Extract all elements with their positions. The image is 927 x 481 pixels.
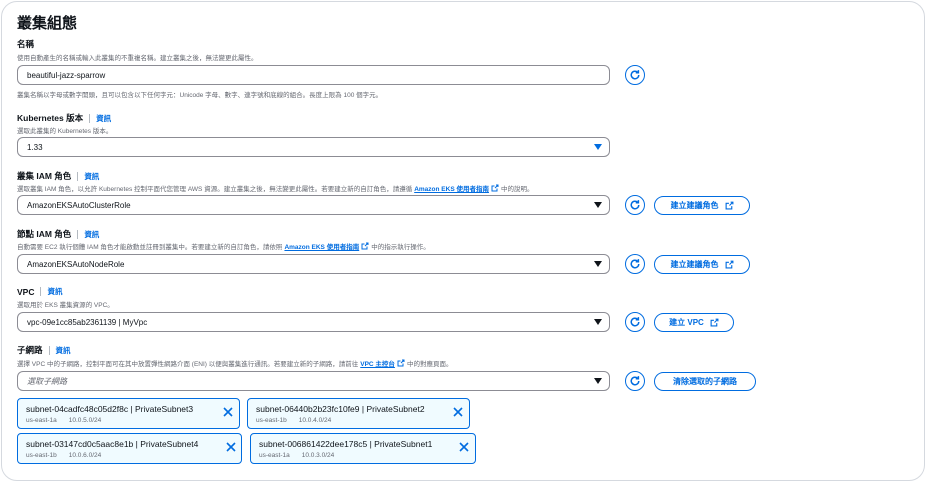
chevron-down-icon: [594, 319, 602, 325]
external-link-icon: [361, 242, 369, 250]
external-link-icon: [725, 201, 733, 210]
kubernetes-version-label: Kubernetes 版本 資訊: [17, 113, 112, 124]
section-title: 叢集組態: [17, 15, 78, 32]
refresh-name-button[interactable]: [625, 65, 645, 85]
external-link-icon: [725, 260, 733, 269]
node-role-label: 節點 IAM 角色 資訊: [17, 229, 100, 240]
subnet-token: subnet-006861422dee178c5 | PrivateSubnet…: [250, 433, 476, 464]
cluster-configuration-panel: 叢集組態 名稱 使用自動產生的名稱或輸入此叢集的不重複名稱。建立叢集之後，無法變…: [1, 1, 925, 481]
name-hint: 叢集名稱以字母或數字開頭，且可以包含以下任何字元：Unicode 字母、數字、連…: [17, 92, 383, 99]
clear-subnets-button[interactable]: 清除選取的子網路: [654, 372, 756, 391]
chevron-down-icon: [594, 202, 602, 208]
create-cluster-role-button[interactable]: 建立建議角色: [654, 196, 750, 215]
subnet-token: subnet-03147cd0c5aac8e1b | PrivateSubnet…: [17, 433, 242, 464]
subnet-token-az: us-east-1a: [26, 417, 57, 424]
subnet-token-az: us-east-1a: [259, 452, 290, 459]
eks-user-guide-link[interactable]: Amazon EKS 使用者指南: [284, 241, 359, 251]
external-link-icon: [491, 184, 499, 192]
subnet-token-az: us-east-1b: [26, 452, 57, 459]
refresh-node-role-button[interactable]: [625, 254, 645, 274]
subnets-label: 子網路 資訊: [17, 345, 71, 356]
name-label: 名稱: [17, 39, 35, 49]
name-description: 使用自動產生的名稱或輸入此叢集的不重複名稱。建立叢集之後，無法變更此屬性。: [17, 55, 258, 62]
close-icon[interactable]: [459, 442, 469, 452]
kubernetes-description: 選取此叢集的 Kubernetes 版本。: [17, 128, 113, 135]
vpc-description: 選取用於 EKS 叢集資源的 VPC。: [17, 302, 114, 309]
close-icon[interactable]: [223, 407, 233, 417]
cluster-role-label: 叢集 IAM 角色 資訊: [17, 171, 100, 182]
subnet-token-name: subnet-03147cd0c5aac8e1b | PrivateSubnet…: [26, 439, 199, 449]
refresh-cluster-role-button[interactable]: [625, 195, 645, 215]
external-link-icon: [710, 318, 719, 327]
close-icon[interactable]: [226, 442, 236, 452]
refresh-icon: [630, 317, 640, 327]
subnet-token-cidr: 10.0.4.0/24: [298, 417, 332, 424]
cluster-role-info-link[interactable]: 資訊: [84, 171, 99, 182]
vpc-label: VPC 資訊: [17, 286, 63, 297]
cluster-role-description: 選取叢集 IAM 角色，以允許 Kubernetes 控制平面代您管理 AWS …: [17, 183, 533, 193]
node-role-select[interactable]: AmazonEKSAutoNodeRole: [17, 254, 610, 274]
subnet-token: subnet-04cadfc48c05d2f8c | PrivateSubnet…: [17, 398, 240, 429]
subnets-info-link[interactable]: 資訊: [56, 345, 71, 356]
close-icon[interactable]: [453, 407, 463, 417]
external-link-icon: [397, 359, 405, 367]
subnet-token-cidr: 10.0.3.0/24: [301, 452, 335, 459]
cluster-name-input[interactable]: beautiful-jazz-sparrow: [17, 65, 610, 85]
subnet-token-name: subnet-06440b2b23fc10fe9 | PrivateSubnet…: [256, 404, 425, 414]
vpc-info-link[interactable]: 資訊: [47, 286, 62, 297]
kubernetes-info-link[interactable]: 資訊: [96, 113, 111, 124]
eks-user-guide-link[interactable]: Amazon EKS 使用者指南: [414, 183, 489, 193]
subnets-multiselect[interactable]: 選取子網路: [17, 371, 610, 391]
chevron-down-icon: [594, 144, 602, 150]
create-node-role-button[interactable]: 建立建議角色: [654, 255, 750, 274]
refresh-icon: [630, 70, 640, 80]
create-vpc-button[interactable]: 建立 VPC: [654, 313, 734, 332]
node-role-info-link[interactable]: 資訊: [84, 229, 99, 240]
kubernetes-version-select[interactable]: 1.33: [17, 137, 610, 157]
refresh-vpc-button[interactable]: [625, 312, 645, 332]
chevron-down-icon: [594, 261, 602, 267]
refresh-icon: [630, 259, 640, 269]
refresh-icon: [630, 376, 640, 386]
vpc-select[interactable]: vpc-09e1cc85ab2361139 | MyVpc: [17, 312, 610, 332]
vpc-console-link[interactable]: VPC 主控台: [360, 358, 395, 368]
subnet-token-name: subnet-006861422dee178c5 | PrivateSubnet…: [259, 439, 433, 449]
subnet-token-cidr: 10.0.5.0/24: [68, 417, 102, 424]
node-role-description: 自動需要 EC2 執行個體 IAM 角色才能啟動並註冊到叢集中。若要建立新的自訂…: [17, 241, 430, 251]
refresh-subnets-button[interactable]: [625, 371, 645, 391]
refresh-icon: [630, 200, 640, 210]
subnet-token-az: us-east-1b: [256, 417, 287, 424]
subnets-description: 選擇 VPC 中的子網路，控制平面可在其中放置彈性網路介面 (ENI) 以便與叢…: [17, 358, 452, 368]
subnet-token-cidr: 10.0.6.0/24: [68, 452, 102, 459]
subnet-token-name: subnet-04cadfc48c05d2f8c | PrivateSubnet…: [26, 404, 194, 414]
subnet-token: subnet-06440b2b23fc10fe9 | PrivateSubnet…: [247, 398, 470, 429]
chevron-down-icon: [594, 378, 602, 384]
cluster-role-select[interactable]: AmazonEKSAutoClusterRole: [17, 195, 610, 215]
